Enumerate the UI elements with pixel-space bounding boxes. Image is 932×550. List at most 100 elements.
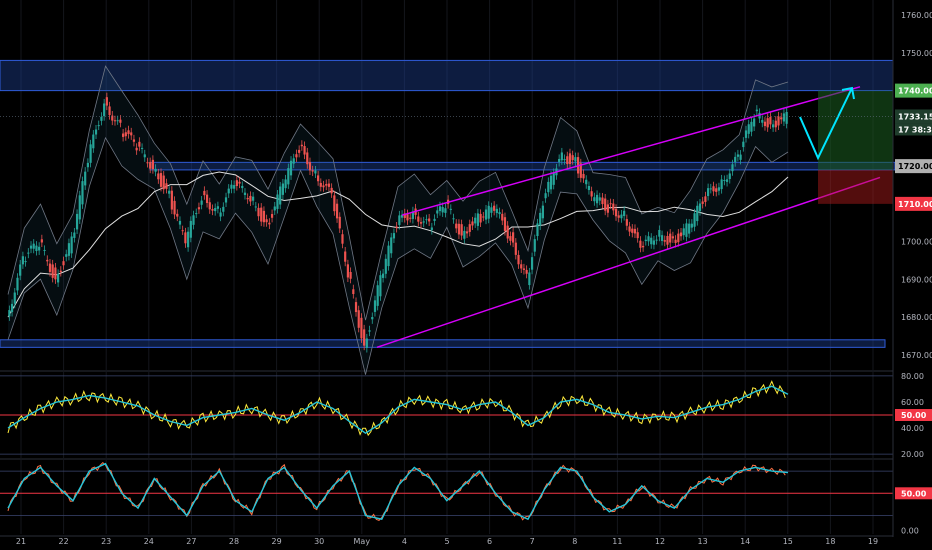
candle-body: [484, 209, 488, 220]
price-tick-label: 1760.000: [901, 11, 932, 20]
candle-body: [330, 187, 333, 194]
candle-body: [195, 213, 198, 215]
candle-body: [40, 239, 43, 243]
candle-body: [132, 139, 136, 142]
candle-body: [65, 254, 68, 257]
candle-body: [308, 162, 312, 171]
candle-body: [216, 206, 219, 209]
time-tick-label: 7: [530, 537, 535, 546]
candle-body: [322, 185, 325, 188]
candle-body: [235, 180, 238, 187]
candle-body: [371, 316, 374, 320]
candle-body: [503, 217, 507, 231]
candle-body: [243, 192, 247, 196]
candle-body: [441, 206, 444, 213]
candle-body: [224, 197, 228, 203]
candle-body: [479, 213, 482, 223]
trading-chart[interactable]: 1670.000 1680.000 1690.000 1700.000 1710.000…: [0, 0, 932, 550]
oscillator-signal: [7, 462, 789, 521]
candle-body: [541, 205, 544, 219]
candle-body: [712, 186, 715, 192]
candle-body: [438, 206, 442, 212]
candle-body: [761, 119, 764, 123]
candle-body: [715, 188, 718, 192]
candle-body: [354, 302, 358, 313]
candle-body: [349, 271, 352, 279]
candle-body: [84, 171, 87, 186]
candle-body: [544, 193, 547, 199]
candle-body: [593, 197, 596, 202]
candle-body: [568, 153, 572, 164]
candle-body: [70, 236, 73, 254]
candle-body: [647, 236, 650, 242]
candle-body: [490, 207, 493, 213]
candle-body: [547, 181, 550, 193]
candle-body: [566, 156, 569, 165]
candle-body: [116, 120, 119, 122]
time-tick-label: 4: [402, 537, 407, 546]
candle-body: [140, 147, 144, 149]
candle-body: [384, 258, 387, 274]
candle-body: [149, 162, 152, 169]
candle-body: [723, 179, 726, 181]
candle-body: [449, 208, 452, 210]
candle-body: [265, 219, 268, 223]
projection-zone: [799, 86, 893, 204]
candle-body: [734, 156, 737, 163]
candle-body: [474, 217, 477, 224]
candle-body: [281, 183, 284, 195]
candle-body: [574, 157, 577, 162]
candle-body: [530, 257, 534, 270]
candle-body: [655, 239, 658, 241]
candle-body: [178, 220, 182, 225]
candle-body: [184, 232, 187, 244]
rsi-level-label: 50.00: [901, 411, 927, 420]
candle-body: [135, 147, 138, 151]
candle-body: [652, 240, 656, 245]
candle-body: [774, 120, 777, 128]
candle-body: [13, 292, 16, 304]
candle-body: [130, 132, 133, 136]
candle-body: [493, 205, 496, 211]
candle-body: [465, 231, 469, 234]
time-tick-label: 12: [655, 537, 665, 546]
candle-body: [452, 218, 455, 220]
candle-body: [750, 121, 753, 132]
candle-body: [685, 223, 688, 237]
candle-body: [433, 218, 436, 221]
candle-body: [103, 103, 106, 117]
candle-body: [48, 263, 52, 272]
candle-body: [241, 185, 244, 189]
candle-body: [598, 197, 601, 201]
candle-body: [693, 213, 696, 227]
time-tick-label: 18: [825, 537, 835, 546]
rsi-tick-label: 60.00: [901, 398, 924, 407]
candle-body: [292, 158, 295, 164]
candle-body: [32, 243, 35, 249]
candle-body: [24, 261, 27, 263]
candle-body: [463, 230, 466, 239]
time-tick-label: 11: [612, 537, 622, 546]
candle-body: [197, 207, 201, 210]
time-axis[interactable]: 21 22 23 24 27 28 29 30 May 4 5 6 7 8 11 12 13 14 15 18 19: [16, 537, 878, 546]
candle-body: [679, 232, 683, 237]
candle-body: [67, 243, 71, 256]
candle-body: [763, 121, 767, 127]
candle-body: [300, 144, 303, 147]
candle-body: [138, 141, 141, 147]
candle-body: [777, 116, 780, 126]
rsi-tick-label: 80.00: [901, 372, 924, 381]
candle-body: [203, 190, 206, 196]
candle-body: [219, 212, 222, 217]
time-tick-label: 27: [186, 537, 196, 546]
candle-body: [86, 162, 89, 168]
candle-body: [623, 210, 626, 217]
rsi-tick-label: 20.00: [901, 450, 924, 459]
candle-body: [520, 264, 523, 269]
candle-body: [585, 179, 588, 185]
candle-body: [644, 239, 647, 242]
price-axis[interactable]: 1670.000 1680.000 1690.000 1700.000 1710.000…: [892, 0, 932, 537]
candle-body: [360, 317, 363, 339]
candle-body: [744, 130, 748, 138]
time-tick-label: 29: [272, 537, 282, 546]
